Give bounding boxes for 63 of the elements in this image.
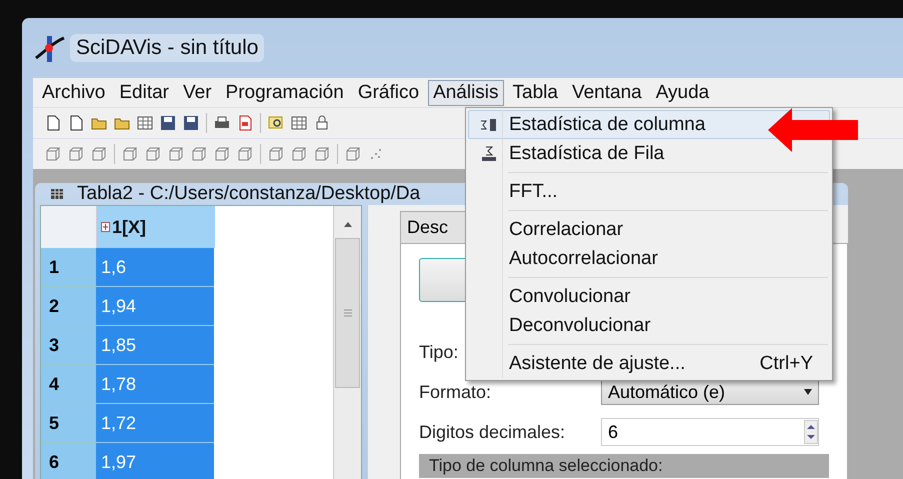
format-dropdown[interactable]: Automático (e): [601, 379, 819, 405]
menu-item[interactable]: Autocorrelacionar: [468, 244, 830, 273]
row-number[interactable]: 5: [41, 404, 96, 443]
grid-icon[interactable]: [137, 115, 153, 131]
cube-icon[interactable]: [345, 146, 361, 162]
menu-item[interactable]: Deconvolucionar: [468, 311, 830, 340]
row-number[interactable]: 1: [41, 248, 96, 287]
cube-icon[interactable]: [122, 146, 138, 162]
menu-item[interactable]: Ver: [178, 80, 217, 106]
cube-icon[interactable]: [145, 146, 161, 162]
menu-item[interactable]: Ventana: [566, 80, 647, 106]
row-number[interactable]: 2: [41, 287, 96, 326]
section-header: Tipo de columna seleccionado:: [419, 454, 829, 478]
cube-icon[interactable]: [314, 146, 330, 162]
document-icon[interactable]: [68, 115, 84, 131]
menu-item[interactable]: Análisis: [428, 80, 504, 106]
cube-icon[interactable]: [191, 146, 207, 162]
caret-icon: [804, 389, 812, 395]
menu-item[interactable]: Asistente de ajuste... Ctrl+Y: [468, 349, 830, 378]
menu-item[interactable]: Convolucionar: [468, 282, 830, 311]
cube-icon[interactable]: [91, 146, 107, 162]
window-title: SciDAVis - sin título: [70, 34, 264, 62]
cube-icon[interactable]: [45, 146, 61, 162]
menu-item[interactable]: Tabla: [508, 80, 563, 106]
menu-item[interactable]: Programación: [220, 80, 349, 106]
save-icon[interactable]: [183, 115, 199, 131]
document-icon[interactable]: [45, 115, 61, 131]
subwindow-title: Tabla2 - C:/Users/constanza/Desktop/Da: [77, 183, 420, 205]
save-icon[interactable]: [160, 115, 176, 131]
menu-item[interactable]: Archivo: [37, 80, 110, 106]
cube-icon[interactable]: [68, 146, 84, 162]
table-icon: [49, 186, 65, 202]
cube-icon[interactable]: [237, 146, 253, 162]
menu-item[interactable]: Estadística de Fila: [468, 139, 830, 168]
row-number[interactable]: 3: [41, 326, 96, 365]
lock-icon[interactable]: [314, 115, 330, 131]
field-label: Digitos decimales:: [419, 422, 566, 442]
row-number[interactable]: 4: [41, 365, 96, 404]
up-arrow-icon[interactable]: [342, 220, 352, 228]
expand-icon: [101, 222, 110, 232]
row-number[interactable]: 6: [41, 443, 96, 479]
cube-icon[interactable]: [268, 146, 284, 162]
menu-item[interactable]: Editar: [114, 80, 174, 106]
grip-icon: [342, 308, 352, 318]
menu-item[interactable]: Gráfico: [352, 80, 424, 106]
cube-icon[interactable]: [291, 146, 307, 162]
field-label: Formato:: [419, 382, 492, 402]
sigma-column-icon: [480, 116, 498, 132]
cube-icon[interactable]: [168, 146, 184, 162]
scrollbar[interactable]: [333, 206, 361, 479]
pdf-icon[interactable]: [237, 115, 253, 131]
menu-item[interactable]: FFT...: [468, 177, 830, 206]
cube-icon[interactable]: [214, 146, 230, 162]
column-header[interactable]: 1[X]: [97, 206, 215, 248]
grid-icon[interactable]: [291, 115, 307, 131]
print-icon[interactable]: [214, 115, 230, 131]
sigma-row-icon: [480, 146, 498, 162]
menu-item[interactable]: Ayuda: [650, 80, 714, 106]
find-icon[interactable]: [268, 115, 284, 131]
scatter-icon[interactable]: [368, 146, 384, 162]
spin-arrows-icon[interactable]: [804, 420, 818, 444]
field-label: Tipo:: [419, 342, 458, 362]
digits-spinbox[interactable]: 6: [601, 418, 819, 446]
